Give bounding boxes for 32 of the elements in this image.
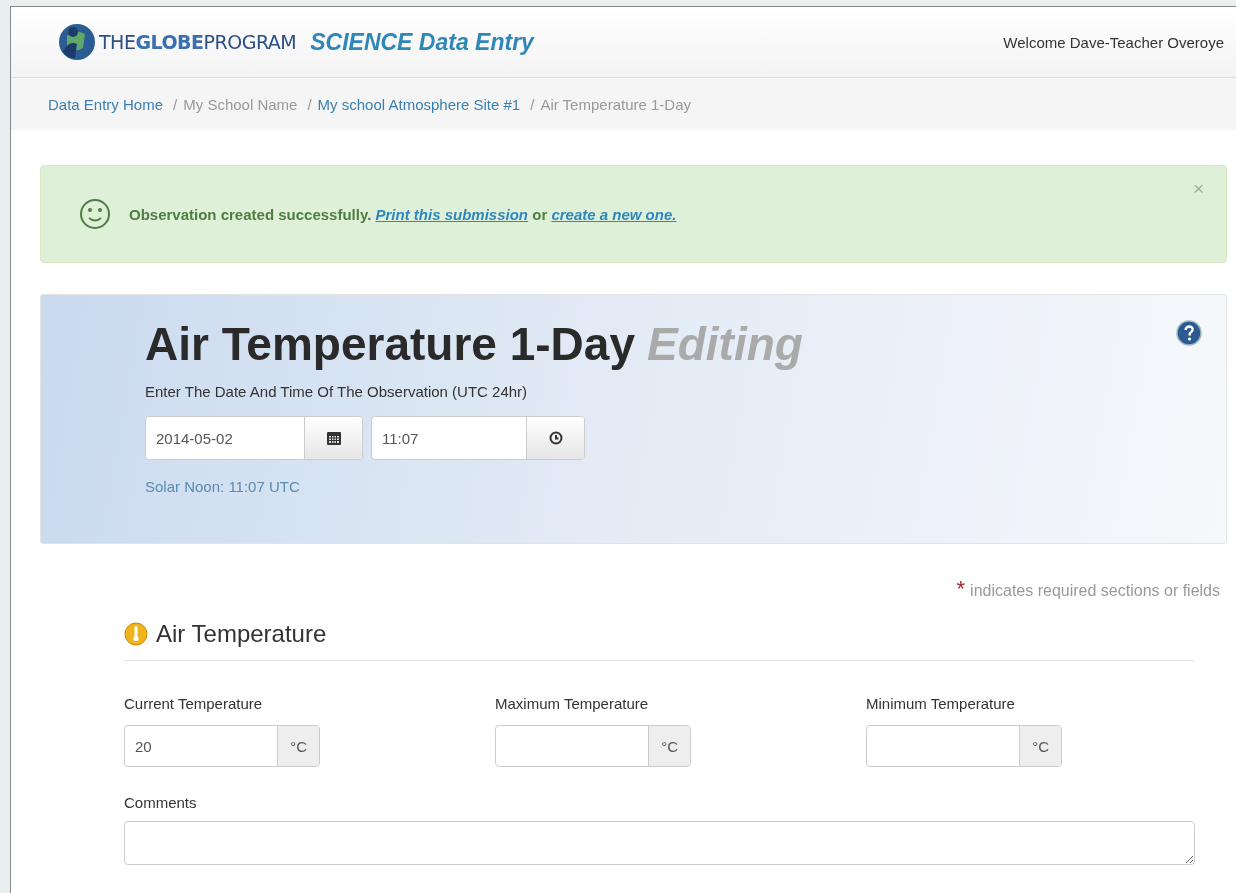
section-title: Air Temperature xyxy=(156,620,327,648)
solar-noon-text: Solar Noon: 11:07 UTC xyxy=(145,478,301,495)
breadcrumb-item: Air Temperature 1-Day xyxy=(540,95,691,113)
app-title: SCIENCE Data Entry xyxy=(310,28,534,56)
logo-text: THEGLOBEPROGRAM xyxy=(99,31,297,53)
temperature-field[interactable]: 20 °C xyxy=(124,725,320,767)
field-label: Comments xyxy=(124,794,198,811)
breadcrumb-link[interactable]: My school Atmosphere Site #1 xyxy=(317,95,521,113)
breadcrumb-item: My School Name xyxy=(183,95,298,113)
unit-label: °C xyxy=(1019,726,1061,766)
unit-label: °C xyxy=(648,726,690,766)
breadcrumb-separator: / xyxy=(530,95,535,113)
field-label: Maximum Temperature xyxy=(495,695,650,712)
temperature-field[interactable]: °C xyxy=(495,725,691,767)
required-mark: * xyxy=(956,582,966,596)
welcome-text: Welcome Dave-Teacher Overoye xyxy=(1003,33,1224,51)
mode-label: Editing xyxy=(647,318,803,370)
field-label: Minimum Temperature xyxy=(866,695,1016,712)
thermometer-icon xyxy=(124,622,148,646)
breadcrumb-link[interactable]: Data Entry Home xyxy=(48,95,164,113)
comments-field[interactable] xyxy=(124,821,1195,865)
field-label: Current Temperature xyxy=(124,695,264,712)
required-note: indicates required sections or fields xyxy=(970,582,1220,600)
date-time-prompt: Enter The Date And Time Of The Observation (UTC 24hr) xyxy=(145,383,529,400)
unit-label: °C xyxy=(277,726,319,766)
breadcrumb-separator: / xyxy=(307,95,312,113)
smiley-icon xyxy=(79,198,111,230)
breadcrumb-separator: / xyxy=(173,95,178,113)
page-title: Air Temperature 1-Day Editing xyxy=(145,317,803,371)
help-icon[interactable] xyxy=(1176,320,1202,346)
alert-message: Observation created successfully. Print this submission or create a new one. xyxy=(129,205,677,223)
temperature-field[interactable]: °C xyxy=(866,725,1062,767)
